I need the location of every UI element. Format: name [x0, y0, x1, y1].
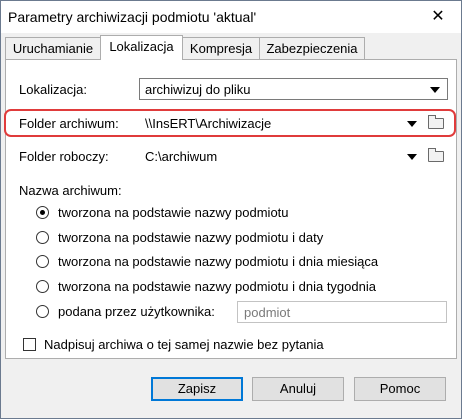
radio-label[interactable]: tworzona na podstawie nazwy podmiotu i d… — [58, 254, 378, 269]
chevron-down-icon — [407, 121, 417, 127]
folder-roboczy-dropdown[interactable]: C:\archiwum — [139, 145, 421, 167]
tab-zabezpieczenia[interactable]: Zabezpieczenia — [259, 37, 365, 59]
folder-icon[interactable] — [428, 148, 444, 162]
radio-button[interactable] — [36, 231, 49, 244]
radio-label[interactable]: tworzona na podstawie nazwy podmiotu i d… — [58, 230, 323, 245]
tab-label: Kompresja — [189, 41, 253, 56]
radio-label[interactable]: podana przez użytkownika: — [58, 304, 215, 319]
radio-label[interactable]: tworzona na podstawie nazwy podmiotu — [58, 205, 289, 220]
folder-archiwum-dropdown[interactable]: \\InsERT\Archiwizacje — [139, 112, 421, 134]
lokalizacja-dropdown[interactable]: archiwizuj do pliku — [139, 78, 448, 100]
overwrite-checkbox[interactable] — [23, 338, 36, 351]
tab-label: Lokalizacja — [109, 39, 174, 54]
tab-label: Zabezpieczenia — [266, 41, 358, 56]
tab-label: Uruchamianie — [12, 41, 94, 56]
user-archive-name-placeholder: podmiot — [244, 305, 291, 320]
chevron-down-icon — [407, 154, 417, 160]
close-icon[interactable]: ✕ — [415, 1, 461, 33]
lokalizacja-value: archiwizuj do pliku — [145, 82, 251, 97]
radio-button[interactable] — [36, 305, 49, 318]
user-archive-name-input[interactable]: podmiot — [237, 301, 447, 323]
overwrite-checkbox-label[interactable]: Nadpisuj archiwa o tej samej nazwie bez … — [44, 337, 324, 352]
folder-archiwum-label: Folder archiwum: — [19, 116, 119, 131]
nazwa-archiwum-label: Nazwa archiwum: — [19, 183, 122, 198]
chevron-down-icon — [430, 87, 440, 93]
lokalizacja-label: Lokalizacja: — [19, 82, 87, 97]
tab-lokalizacja[interactable]: Lokalizacja — [100, 35, 183, 60]
folder-roboczy-label: Folder roboczy: — [19, 149, 109, 164]
window-title: Parametry archiwizacji podmiotu 'aktual' — [8, 9, 257, 25]
radio-button[interactable] — [36, 255, 49, 268]
dialog-window: Parametry archiwizacji podmiotu 'aktual'… — [0, 0, 462, 419]
folder-archiwum-value: \\InsERT\Archiwizacje — [145, 116, 272, 131]
folder-icon[interactable] — [428, 115, 444, 129]
help-button[interactable]: Pomoc — [354, 377, 446, 401]
cancel-button[interactable]: Anuluj — [252, 377, 344, 401]
radio-button[interactable] — [36, 280, 49, 293]
folder-roboczy-value: C:\archiwum — [145, 149, 218, 164]
tab-kompresja[interactable]: Kompresja — [182, 37, 260, 59]
radio-label[interactable]: tworzona na podstawie nazwy podmiotu i d… — [58, 279, 376, 294]
title-bar: Parametry archiwizacji podmiotu 'aktual'… — [1, 1, 461, 33]
save-button[interactable]: Zapisz — [151, 377, 243, 401]
tab-uruchamianie[interactable]: Uruchamianie — [5, 37, 101, 59]
radio-button[interactable] — [36, 206, 49, 219]
